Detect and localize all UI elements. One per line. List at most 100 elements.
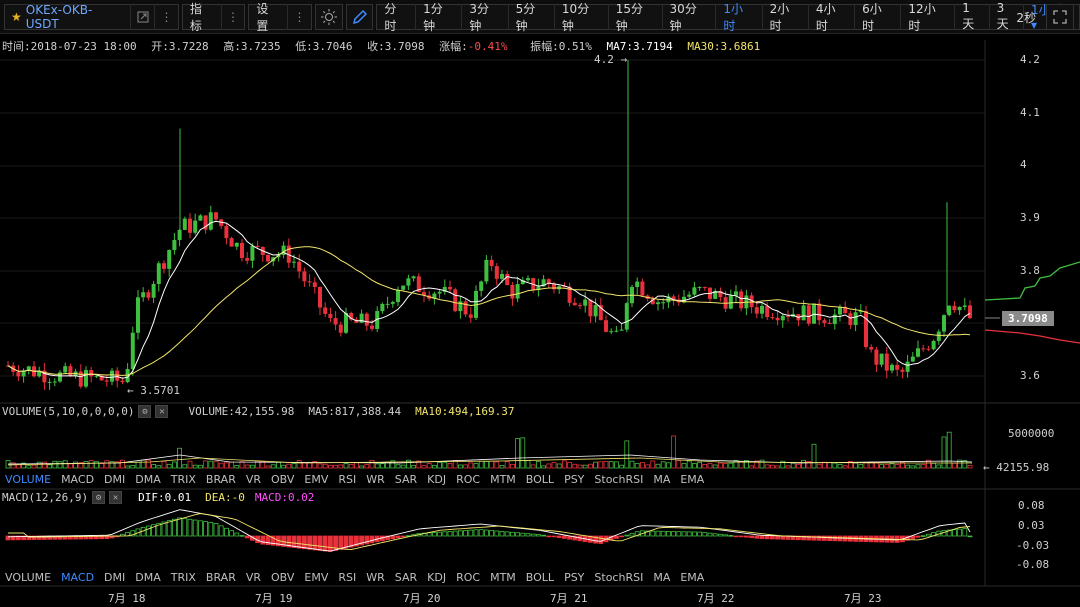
candle-body xyxy=(869,347,874,350)
date-label: 7月 22 xyxy=(697,592,735,605)
tab-psy[interactable]: PSY xyxy=(559,472,589,488)
volume-bar xyxy=(614,461,619,469)
tab-ema[interactable]: EMA xyxy=(675,472,709,488)
tab-mtm[interactable]: MTM xyxy=(485,472,521,488)
candle-body xyxy=(968,305,972,319)
volume-bar xyxy=(426,463,432,469)
macd-settings-icon[interactable]: ⚙ xyxy=(92,491,106,504)
tab-brar[interactable]: BRAR xyxy=(201,472,241,488)
volume-bar xyxy=(723,463,728,469)
volume-bar xyxy=(624,440,630,469)
candle-body xyxy=(588,299,593,317)
volume-bar xyxy=(52,460,58,469)
tab-emv[interactable]: EMV xyxy=(299,472,333,488)
candle-body xyxy=(110,370,114,382)
macd-bar xyxy=(489,530,495,537)
candle-body xyxy=(656,302,660,305)
macd-bar xyxy=(957,528,962,537)
macd-bar xyxy=(915,535,921,538)
tab-dma[interactable]: DMA xyxy=(130,472,166,488)
macd-bar xyxy=(952,529,957,537)
macd-bar xyxy=(494,530,500,537)
candle-body xyxy=(16,371,21,377)
macd-bar xyxy=(229,530,235,537)
tab-wr[interactable]: WR xyxy=(361,472,390,488)
volume-bar xyxy=(145,459,151,469)
volume-bar xyxy=(301,462,307,469)
tab-rsi[interactable]: RSI xyxy=(333,570,361,586)
tab-stochrsi[interactable]: StochRSI xyxy=(589,472,648,488)
macd-close-icon[interactable]: ✕ xyxy=(109,491,123,504)
volume-bar xyxy=(463,464,469,469)
tab-dmi[interactable]: DMI xyxy=(99,570,130,586)
tab-boll[interactable]: BOLL xyxy=(521,472,559,488)
volume-bar xyxy=(572,463,578,469)
tab-trix[interactable]: TRIX xyxy=(166,570,201,586)
tab-kdj[interactable]: KDJ xyxy=(422,472,451,488)
tab-volume[interactable]: VOLUME xyxy=(0,570,56,586)
candle-body xyxy=(406,278,411,286)
candle-body xyxy=(437,291,442,294)
tab-emv[interactable]: EMV xyxy=(299,570,333,586)
volume-bar xyxy=(31,464,37,469)
tab-dma[interactable]: DMA xyxy=(130,570,166,586)
tab-sar[interactable]: SAR xyxy=(390,472,422,488)
tab-vr[interactable]: VR xyxy=(241,472,266,488)
tab-psy[interactable]: PSY xyxy=(559,570,589,586)
tab-rsi[interactable]: RSI xyxy=(333,472,361,488)
tab-kdj[interactable]: KDJ xyxy=(422,570,451,586)
tab-roc[interactable]: ROC xyxy=(451,570,485,586)
candle-body xyxy=(307,281,312,283)
candle-body xyxy=(754,307,759,314)
macd-bar xyxy=(187,518,193,537)
tab-macd[interactable]: MACD xyxy=(56,570,99,586)
tab-ma[interactable]: MA xyxy=(648,472,675,488)
candle-body xyxy=(333,318,338,325)
candle-body xyxy=(640,281,645,296)
tab-stochrsi[interactable]: StochRSI xyxy=(589,570,648,586)
tab-obv[interactable]: OBV xyxy=(266,472,299,488)
ma-line xyxy=(7,220,971,379)
candle-body xyxy=(370,325,374,329)
tab-boll[interactable]: BOLL xyxy=(521,570,559,586)
tab-wr[interactable]: WR xyxy=(361,570,390,586)
volume-bar xyxy=(83,461,89,469)
tab-macd[interactable]: MACD xyxy=(56,472,99,488)
candle-body xyxy=(255,245,260,247)
date-label: 7月 19 xyxy=(255,592,293,605)
candle-body xyxy=(786,315,790,317)
candle-body xyxy=(494,266,499,279)
candle-body xyxy=(151,283,156,298)
tab-volume[interactable]: VOLUME xyxy=(0,472,56,488)
kline-chart[interactable] xyxy=(0,0,1080,607)
tab-trix[interactable]: TRIX xyxy=(166,472,201,488)
volume-bar xyxy=(379,463,385,469)
volume-bar xyxy=(177,447,183,469)
tab-ma[interactable]: MA xyxy=(648,570,675,586)
volume-settings-icon[interactable]: ⚙ xyxy=(138,405,152,418)
macd-bar xyxy=(962,528,968,537)
macd-bar xyxy=(712,533,718,537)
volume-bar xyxy=(307,462,313,469)
macd-bar xyxy=(431,532,437,537)
candle-body xyxy=(146,292,151,298)
candle-body xyxy=(411,276,416,279)
volume-bar xyxy=(660,461,666,469)
candle-body xyxy=(463,301,468,315)
candle-body xyxy=(302,271,307,282)
tab-obv[interactable]: OBV xyxy=(266,570,299,586)
volume-ma10: MA10:494,169.37 xyxy=(415,405,515,418)
tab-brar[interactable]: BRAR xyxy=(201,570,241,586)
candle-body xyxy=(297,261,302,272)
tab-mtm[interactable]: MTM xyxy=(485,570,521,586)
volume-close-icon[interactable]: ✕ xyxy=(155,405,169,418)
candle-body xyxy=(635,281,640,288)
tab-sar[interactable]: SAR xyxy=(390,570,422,586)
volume-bar xyxy=(327,464,333,469)
candle-body xyxy=(130,332,135,370)
tab-ema[interactable]: EMA xyxy=(675,570,709,586)
tab-dmi[interactable]: DMI xyxy=(99,472,130,488)
tab-vr[interactable]: VR xyxy=(241,570,266,586)
tab-roc[interactable]: ROC xyxy=(451,472,485,488)
candle-body xyxy=(198,215,203,221)
